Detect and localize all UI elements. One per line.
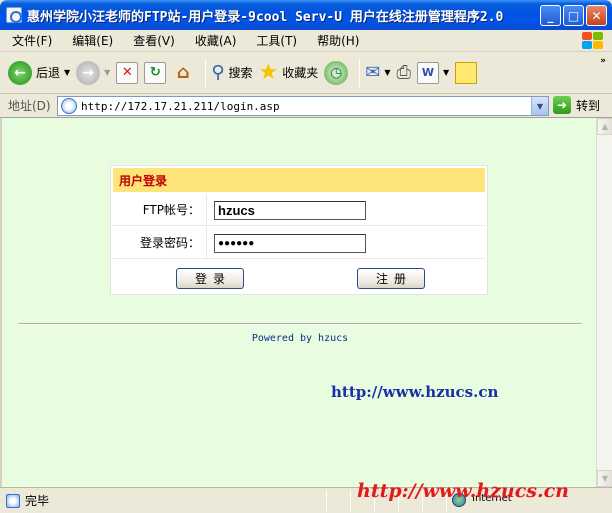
divider bbox=[18, 323, 582, 325]
go-arrow-icon: ➜ bbox=[553, 96, 571, 114]
menu-file[interactable]: 文件(F) bbox=[0, 32, 60, 49]
menu-edit[interactable]: 编辑(E) bbox=[60, 32, 121, 49]
register-button[interactable]: 注册 bbox=[357, 268, 425, 289]
login-button[interactable]: 登录 bbox=[176, 268, 244, 289]
windows-logo-icon bbox=[580, 31, 606, 51]
search-label: 搜索 bbox=[228, 66, 253, 80]
toolbar-more-icon[interactable]: » bbox=[600, 56, 606, 66]
edit-button[interactable]: W ▼ bbox=[416, 61, 449, 84]
history-button[interactable]: ◷ bbox=[324, 60, 349, 85]
history-icon: ◷ bbox=[324, 60, 349, 85]
button-row: 登录 注册 bbox=[113, 261, 485, 293]
window-title: 惠州学院小汪老师的FTP站-用户登录-9cool Serv-U 用户在线注册管理… bbox=[27, 9, 504, 25]
status-divider bbox=[350, 491, 351, 511]
scroll-up-icon[interactable]: ▲ bbox=[597, 118, 612, 135]
scroll-down-icon[interactable]: ▼ bbox=[597, 470, 612, 487]
home-icon: ⌂ bbox=[176, 62, 190, 83]
back-label: 后退 bbox=[36, 66, 61, 80]
back-dropdown-icon[interactable]: ▼ bbox=[64, 68, 70, 77]
menu-help[interactable]: 帮助(H) bbox=[305, 32, 367, 49]
search-button[interactable]: ⚲ 搜索 bbox=[211, 62, 252, 83]
page-done-icon bbox=[6, 493, 20, 508]
username-input[interactable]: hzucs bbox=[214, 201, 366, 220]
mail-button[interactable]: ✉ ▼ bbox=[365, 62, 390, 83]
back-button[interactable]: ← 后退 ▼ bbox=[8, 60, 70, 85]
ie-page-icon bbox=[6, 7, 22, 23]
favorites-label: 收藏夹 bbox=[282, 66, 319, 80]
menu-view[interactable]: 查看(V) bbox=[121, 32, 183, 49]
forward-arrow-icon: → bbox=[76, 60, 101, 85]
refresh-button[interactable]: ↻ bbox=[144, 61, 167, 84]
close-button[interactable]: ✕ bbox=[586, 5, 607, 26]
print-button[interactable]: ⎙ bbox=[397, 62, 411, 83]
address-label: 地址(D) bbox=[8, 99, 51, 113]
page-content: 用户登录 FTP帐号： hzucs 登录密码： ●●●●●● 登录 注册 Pow… bbox=[0, 118, 596, 487]
username-row: FTP帐号： hzucs bbox=[113, 194, 485, 226]
forward-button[interactable]: → ▼ bbox=[76, 60, 110, 85]
forward-dropdown-icon[interactable]: ▼ bbox=[104, 68, 110, 77]
login-header: 用户登录 bbox=[113, 168, 485, 192]
address-dropdown-icon[interactable]: ▼ bbox=[531, 97, 548, 115]
password-input[interactable]: ●●●●●● bbox=[214, 234, 366, 253]
stop-icon: ✕ bbox=[116, 61, 139, 84]
login-panel: 用户登录 FTP帐号： hzucs 登录密码： ●●●●●● 登录 注册 bbox=[110, 165, 488, 295]
menu-tools[interactable]: 工具(T) bbox=[244, 32, 305, 49]
mail-icon: ✉ bbox=[365, 62, 381, 83]
toolbar: ← 后退 ▼ → ▼ ✕ ↻ ⌂ ⚲ 搜索 ★ 收藏夹 ◷ ✉ ▼ ⎙ W ▼ … bbox=[0, 52, 612, 94]
back-arrow-icon: ← bbox=[8, 60, 32, 85]
menu-favorites[interactable]: 收藏(A) bbox=[183, 32, 245, 49]
printer-icon: ⎙ bbox=[396, 62, 411, 83]
go-button[interactable]: ➜ 转到 bbox=[553, 96, 600, 114]
edit-dropdown-icon[interactable]: ▼ bbox=[443, 68, 449, 77]
status-divider bbox=[326, 491, 327, 511]
mail-dropdown-icon[interactable]: ▼ bbox=[384, 68, 390, 77]
password-label: 登录密码： bbox=[113, 227, 207, 259]
maximize-button[interactable]: □ bbox=[563, 5, 584, 26]
refresh-icon: ↻ bbox=[144, 61, 167, 84]
username-label: FTP帐号： bbox=[113, 194, 207, 226]
menu-bar: 文件(F) 编辑(E) 查看(V) 收藏(A) 工具(T) 帮助(H) bbox=[0, 30, 612, 52]
toolbar-separator bbox=[205, 58, 207, 87]
status-text: 完毕 bbox=[25, 494, 50, 508]
ie-page-icon bbox=[61, 98, 77, 114]
title-bar: 惠州学院小汪老师的FTP站-用户登录-9cool Serv-U 用户在线注册管理… bbox=[0, 0, 612, 30]
address-url[interactable]: http://172.17.21.211/login.asp bbox=[81, 100, 280, 113]
note-icon bbox=[455, 61, 478, 84]
site-link[interactable]: http://www.hzucs.cn bbox=[331, 383, 498, 401]
watermark: http://www.hzucs.cn bbox=[357, 480, 569, 502]
go-label: 转到 bbox=[576, 98, 601, 113]
favorites-button[interactable]: ★ 收藏夹 bbox=[258, 59, 319, 85]
home-button[interactable]: ⌂ bbox=[172, 62, 194, 84]
star-icon: ★ bbox=[258, 59, 279, 85]
address-bar: 地址(D) http://172.17.21.211/login.asp ▼ ➜… bbox=[0, 94, 612, 118]
word-edit-icon: W bbox=[416, 61, 439, 84]
powered-by-text: Powered by hzucs bbox=[251, 333, 349, 344]
search-icon: ⚲ bbox=[211, 62, 225, 83]
messenger-button[interactable] bbox=[455, 61, 478, 84]
minimize-button[interactable]: _ bbox=[540, 5, 561, 26]
address-input[interactable]: http://172.17.21.211/login.asp ▼ bbox=[57, 96, 549, 116]
toolbar-separator bbox=[359, 58, 361, 87]
vertical-scrollbar[interactable]: ▲ ▼ bbox=[596, 118, 612, 487]
password-row: 登录密码： ●●●●●● bbox=[113, 227, 485, 259]
stop-button[interactable]: ✕ bbox=[116, 61, 139, 84]
